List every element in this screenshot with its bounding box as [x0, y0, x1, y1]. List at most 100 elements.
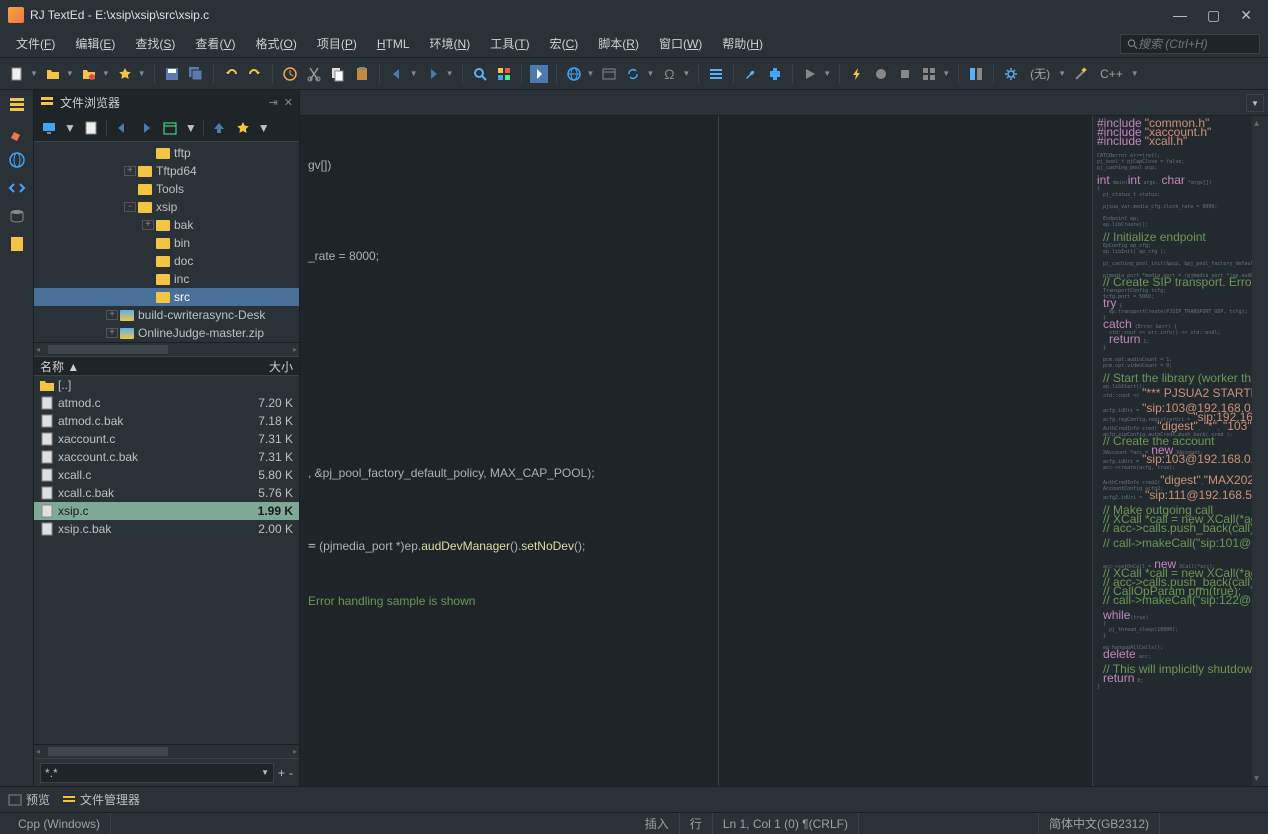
tree-row[interactable]: +Tftpd64	[34, 162, 299, 180]
minimap[interactable]: #include "common.h" #include "xaccount.h…	[1092, 116, 1252, 786]
tree-row[interactable]: -xsip	[34, 198, 299, 216]
menu-tools[interactable]: 工具(T)	[482, 31, 537, 56]
file-list[interactable]: [..]atmod.c7.20 Katmod.c.bak7.18 Kxaccou…	[34, 376, 299, 744]
menu-view[interactable]: 查看(V)	[187, 31, 243, 56]
plugin-icon[interactable]	[766, 65, 784, 83]
file-row[interactable]: xcall.c.bak5.76 K	[34, 484, 299, 502]
pt-calendar-icon[interactable]	[161, 119, 179, 137]
list-icon[interactable]	[707, 65, 725, 83]
sidebar-globe-icon[interactable]	[7, 150, 27, 170]
status-line-label[interactable]: 行	[680, 813, 713, 834]
undo-button[interactable]	[222, 65, 240, 83]
pt-back-icon[interactable]	[113, 119, 131, 137]
cut-button[interactable]	[305, 65, 323, 83]
favorite-button[interactable]	[116, 65, 134, 83]
code-editor[interactable]: gv[]) _rate = 8000; , &pj_pool_factory_d…	[300, 116, 1092, 786]
menu-project[interactable]: 项目(P)	[309, 31, 365, 56]
run-button[interactable]	[801, 65, 819, 83]
new-file-button[interactable]	[8, 65, 26, 83]
expander-icon[interactable]: -	[124, 202, 136, 212]
file-header-size[interactable]: 大小	[269, 358, 293, 375]
grid-icon[interactable]	[920, 65, 938, 83]
nav-fwd-button[interactable]	[424, 65, 442, 83]
file-row[interactable]: [..]	[34, 376, 299, 394]
file-header-name[interactable]: 名称 ▲	[40, 358, 269, 375]
wand-icon[interactable]	[1072, 65, 1090, 83]
wrench-icon[interactable]	[742, 65, 760, 83]
omega-icon[interactable]: Ω	[660, 65, 678, 83]
status-insert[interactable]: 插入	[635, 813, 680, 834]
toggle-active-icon[interactable]	[530, 65, 548, 83]
gear-icon[interactable]	[1002, 65, 1020, 83]
pt-star-icon[interactable]	[234, 119, 252, 137]
sidebar-note-icon[interactable]	[7, 234, 27, 254]
menu-search-input[interactable]	[1138, 37, 1253, 51]
pt-fwd-icon[interactable]	[137, 119, 155, 137]
menu-script[interactable]: 脚本(R)	[590, 31, 647, 56]
folder-tree[interactable]: tftp+Tftpd64Tools-xsip+bakbindocincsrc+b…	[34, 142, 299, 342]
tab-preview[interactable]: 预览	[8, 791, 50, 808]
editor-vscroll[interactable]: ▴▾	[1252, 116, 1268, 786]
panel-close-button[interactable]: ✕	[284, 96, 293, 109]
menu-help[interactable]: 帮助(H)	[714, 31, 771, 56]
filter-combo[interactable]: *.* ▼	[40, 763, 274, 783]
search-button[interactable]	[471, 65, 489, 83]
globe-icon[interactable]	[565, 65, 583, 83]
lightning-icon[interactable]	[848, 65, 866, 83]
nav-back-button[interactable]	[388, 65, 406, 83]
filelist-hscroll[interactable]: ◂▸	[34, 744, 299, 758]
status-encoding[interactable]: 简体中文(GB2312)	[1039, 813, 1160, 834]
save-button[interactable]	[163, 65, 181, 83]
menu-file[interactable]: 文件(F)	[8, 31, 63, 56]
sync-icon[interactable]	[624, 65, 642, 83]
maximize-button[interactable]: ▢	[1207, 7, 1220, 24]
sidebar-explorer-icon[interactable]	[7, 94, 27, 114]
tree-row[interactable]: +build-cwriterasync-Desk	[34, 306, 299, 324]
expander-icon[interactable]: +	[142, 220, 154, 230]
open-file-button[interactable]	[44, 65, 62, 83]
tree-row[interactable]: +bak	[34, 216, 299, 234]
tree-row[interactable]: src	[34, 288, 299, 306]
menu-format[interactable]: 格式(O)	[247, 31, 304, 56]
sidebar-db-icon[interactable]	[7, 206, 27, 226]
open-recent-button[interactable]	[80, 65, 98, 83]
tree-row[interactable]: inc	[34, 270, 299, 288]
lang-cpp-label[interactable]: C++	[1096, 67, 1127, 81]
record-icon[interactable]	[872, 65, 890, 83]
menu-find[interactable]: 查找(S)	[127, 31, 183, 56]
tree-hscroll[interactable]: ◂▸	[34, 342, 299, 356]
menu-edit[interactable]: 编辑(E)	[67, 31, 123, 56]
menu-window[interactable]: 窗口(W)	[651, 31, 710, 56]
expander-icon[interactable]: +	[106, 328, 118, 338]
file-list-header[interactable]: 名称 ▲ 大小	[34, 356, 299, 376]
file-row[interactable]: xsip.c.bak2.00 K	[34, 520, 299, 538]
split-icon[interactable]	[967, 65, 985, 83]
close-button[interactable]: ✕	[1240, 7, 1252, 24]
menu-html[interactable]: HTML	[369, 33, 418, 55]
tab-file-manager[interactable]: 文件管理器	[62, 791, 140, 808]
sidebar-brush-icon[interactable]	[7, 122, 27, 142]
status-lang[interactable]: Cpp (Windows)	[8, 813, 111, 834]
filter-remove-button[interactable]: -	[289, 766, 293, 780]
status-position[interactable]: Ln 1, Col 1 (0) ¶(CRLF)	[713, 813, 859, 834]
tree-row[interactable]: Tools	[34, 180, 299, 198]
clock-icon[interactable]	[281, 65, 299, 83]
highlight-button[interactable]	[495, 65, 513, 83]
tree-row[interactable]: doc	[34, 252, 299, 270]
copy-button[interactable]	[329, 65, 347, 83]
expander-icon[interactable]: +	[106, 310, 118, 320]
menu-env[interactable]: 环境(N)	[422, 31, 479, 56]
file-row[interactable]: xcall.c5.80 K	[34, 466, 299, 484]
tree-row[interactable]: tftp	[34, 144, 299, 162]
file-row[interactable]: xsip.c1.99 K	[34, 502, 299, 520]
pt-file-icon[interactable]	[82, 119, 100, 137]
panel-pin-button[interactable]: ⇥	[269, 96, 278, 109]
pt-up-icon[interactable]	[210, 119, 228, 137]
lang-none-label[interactable]: (无)	[1026, 65, 1054, 82]
sidebar-code-icon[interactable]	[7, 178, 27, 198]
stop-icon[interactable]	[896, 65, 914, 83]
filter-add-button[interactable]: +	[278, 766, 285, 780]
paste-button[interactable]	[353, 65, 371, 83]
tree-row[interactable]: bin	[34, 234, 299, 252]
file-row[interactable]: atmod.c7.20 K	[34, 394, 299, 412]
